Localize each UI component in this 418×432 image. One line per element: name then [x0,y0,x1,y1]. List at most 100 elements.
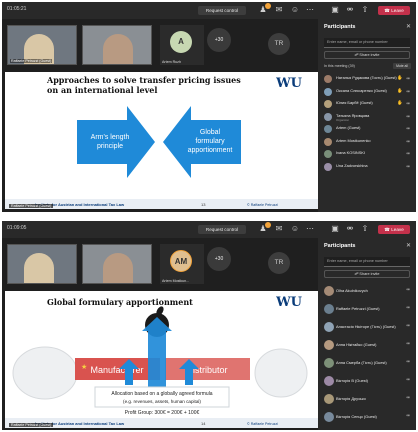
microphone-icon: ⚮ [406,395,410,400]
list-item[interactable]: Ivana KOSINSKI ⚮ [322,148,414,161]
participant-name: Вікторія В (Guest) [336,378,368,383]
participant-list: Наталья Рудакова (Гость) (Guest) ✋ ⚮ Оксан… [322,73,414,173]
meeting-timer: 01:09:05 [7,225,27,231]
share-screen-icon[interactable]: ⇧ [360,224,370,234]
participant-name: Вікторія Друзько [336,396,366,401]
leave-button[interactable]: ☎ Leave [378,6,410,15]
mute-all-button[interactable]: Mute all [393,63,411,69]
reactions-icon[interactable]: ☺ [290,224,300,234]
video-strip: Raffaele Petruzzi (Guest) A Artem Ruzh +… [2,19,318,72]
avatar-tile[interactable]: AM Artem Mostkun... [160,244,204,284]
people-icon[interactable]: ♟ [258,222,271,234]
reactions-icon[interactable]: ☺ [290,5,300,15]
microphone-icon: ⚮ [406,76,410,81]
list-item[interactable]: Юлия Барбё (Guest) ✋ ⚮ [322,98,414,111]
arrow-label: Arm's length [91,134,130,141]
video-tile[interactable]: Raffaele Petruzzi (Guest) [7,25,77,65]
leave-label: Leave [391,8,404,13]
arrow-label: Global [200,129,221,136]
list-item[interactable]: Анастасія Нікіторе (Гість) (Guest) ⚮ [322,320,414,338]
more-options-icon[interactable]: ⋯ [305,224,315,234]
participant-role: Organizer [336,117,350,122]
list-item[interactable]: Вікторія Сенцо (Guest) ⚮ [322,410,414,428]
camera-icon[interactable]: ▣ [330,5,340,15]
allocation-diagram: Manufacturer Distributor ★ Allocation ba… [12,306,308,416]
arrow-label: formulary [195,138,225,145]
participant-video [103,34,133,64]
video-tile[interactable] [7,244,77,284]
video-strip: AM Artem Mostkun... +30 TR [2,238,318,291]
avatar [324,412,334,422]
device-graphic [254,348,308,398]
participant-video [24,253,54,283]
close-icon[interactable]: ✕ [406,242,411,249]
microphone-icon: ⚮ [406,305,410,310]
avatar [324,87,332,96]
leave-button[interactable]: ☎ Leave [378,225,410,234]
list-item[interactable]: Artem (Guest) ⚮ [322,123,414,136]
list-item[interactable]: Вікторія В (Guest) ⚮ [322,374,414,392]
participant-search-input[interactable]: Enter name, email or phone number [324,38,410,48]
close-icon[interactable]: ✕ [406,23,411,30]
share-invite-label: Share invite [359,272,380,276]
list-item[interactable]: Olha Akulnikovych ⚮ [322,284,414,302]
share-invite-button[interactable]: ☍ Share invite [324,270,410,278]
list-item[interactable]: Оксана Слюсаренко (Guest) ✋ ⚮ [322,86,414,99]
in-meeting-header[interactable]: In this meeting (39) [324,64,355,68]
participant-name: Вікторія Сенцо (Guest) [336,414,377,419]
list-item[interactable]: Анна Смерба (Гість) (Guest) ⚮ [322,356,414,374]
microphone-icon[interactable]: ⚮ [345,224,355,234]
list-item[interactable]: Raffaele Petruzzi (Guest) ⚮ [322,302,414,320]
more-participants-tile[interactable]: +30 [207,247,231,271]
request-control-button[interactable]: Request control [198,225,246,234]
notification-badge [265,222,271,228]
video-tile[interactable] [82,244,152,284]
video-tile-label: Raffaele Petruzzi (Guest) [10,59,53,63]
share-screen-icon[interactable]: ⇧ [360,5,370,15]
leave-label: Leave [391,227,404,232]
microphone-icon: ⚮ [406,113,410,119]
avatar: TR [268,33,290,55]
people-icon[interactable]: ♟ [258,3,271,15]
raised-hand-icon: ✋ [397,100,403,105]
participant-name: Наталья Рудакова (Гость) (Guest) [336,75,397,80]
list-item[interactable]: Анна Нікітайко (Guest) ⚮ [322,338,414,356]
participant-name: Artem (Guest) [336,125,361,130]
slide-page-number: 14 [201,421,206,426]
allocation-box [94,386,230,408]
panel-title: Participants [324,24,356,30]
camera-icon[interactable]: ▣ [330,224,340,234]
more-participants-tile[interactable]: +30 [207,28,231,52]
chat-icon[interactable]: ✉ [274,5,284,15]
microphone-icon: ⚮ [406,359,410,364]
participant-search-input[interactable]: Enter name, email or phone number [324,257,410,267]
presenter-label: Raffaele Petruzzi (Guest) [9,423,54,427]
avatar [324,75,332,83]
shared-slide: Global formulary apportionment WU Manufa… [5,291,318,428]
microphone-icon[interactable]: ⚮ [345,5,355,15]
avatar [324,322,334,332]
share-invite-button[interactable]: ☍ Share invite [324,51,410,59]
request-control-button[interactable]: Request control [198,6,246,15]
microphone-icon: ⚮ [406,341,410,346]
chat-icon[interactable]: ✉ [274,224,284,234]
avatar: TR [268,252,290,274]
avatar [324,112,332,121]
list-item[interactable]: Наталья Рудакова (Гость) (Guest) ✋ ⚮ [322,73,414,86]
list-item[interactable]: Вікторія Друзько ⚮ [322,392,414,410]
star-icon: ★ [81,363,87,371]
profit-text: Profit Group: 300€ = 200€ + 100€ [125,410,200,416]
share-invite-label: Share invite [359,53,380,57]
presenter-label: Raffaele Petruzzi (Guest) [9,204,54,208]
right-arrow [77,106,155,178]
avatar-tile[interactable]: A Artem Ruzh [160,25,204,65]
avatar [324,376,334,386]
video-tile[interactable] [82,25,152,65]
list-item[interactable]: Татьяна Яровцова Organizer ⚮ [322,111,414,124]
raised-hand-icon: ✋ [397,87,403,93]
microphone-icon: ⚮ [406,88,410,94]
microphone-icon: ⚮ [406,163,410,169]
list-item[interactable]: Una Zadvorskhina ⚮ [322,161,414,174]
more-options-icon[interactable]: ⋯ [305,5,315,15]
list-item[interactable]: Artem Mostkunenko ⚮ [322,136,414,149]
